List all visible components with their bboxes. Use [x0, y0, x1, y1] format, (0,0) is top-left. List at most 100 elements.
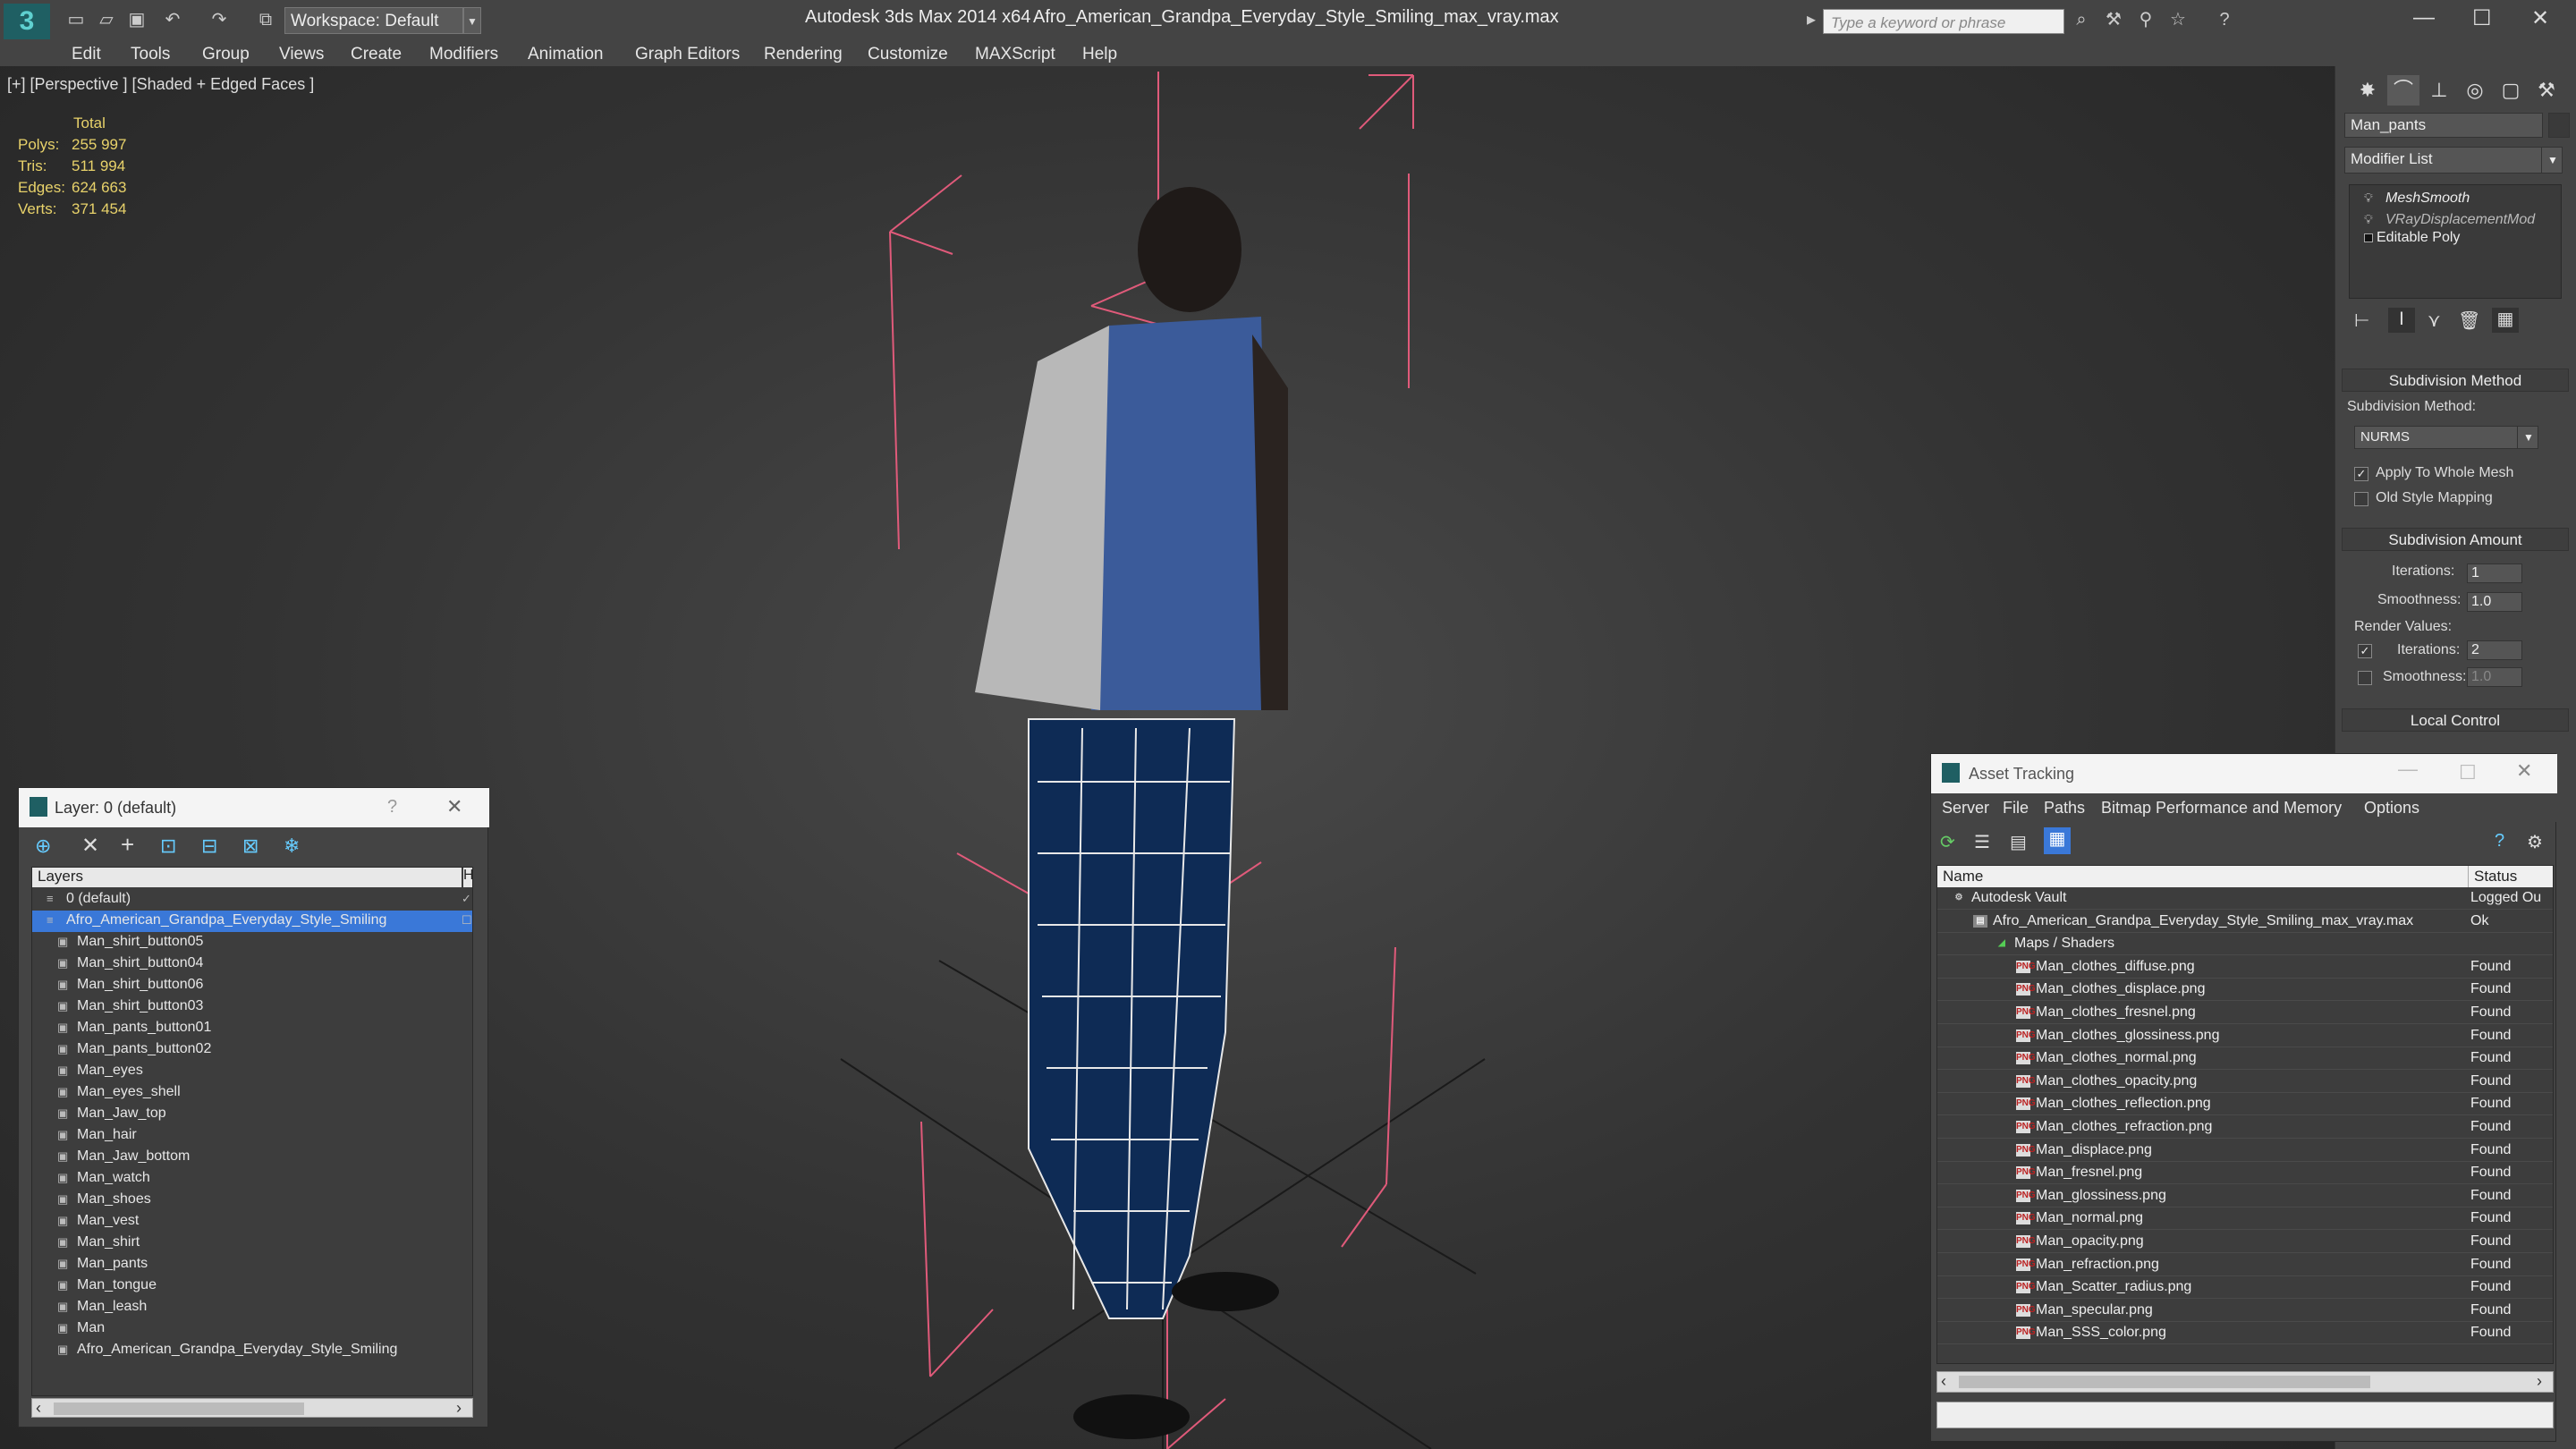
- thumbnail-view-icon[interactable]: ▤: [2010, 831, 2027, 853]
- search-input[interactable]: Type a keyword or phrase: [1823, 9, 2064, 34]
- list-view-icon[interactable]: ☰: [1974, 831, 1990, 853]
- refresh-icon[interactable]: ⟳: [1940, 831, 1955, 853]
- redo-icon[interactable]: ↷: [208, 8, 231, 31]
- project-folder-icon[interactable]: ⧉: [254, 8, 277, 31]
- chevron-right-icon[interactable]: ›: [456, 1399, 462, 1418]
- new-file-icon[interactable]: ▭: [64, 8, 88, 31]
- search-expand-icon[interactable]: ▸: [1803, 8, 1819, 31]
- configure-sets-icon[interactable]: ▦: [2492, 308, 2519, 333]
- layer-tree-row[interactable]: ▣ Man_pants: [32, 1254, 472, 1275]
- table-view-icon[interactable]: ▦: [2044, 827, 2071, 854]
- motion-tab-icon[interactable]: ◎: [2459, 75, 2491, 106]
- save-file-icon[interactable]: ▣: [125, 8, 148, 31]
- create-layer-icon[interactable]: ⊕: [35, 835, 51, 858]
- menu-animation[interactable]: Animation: [528, 45, 604, 64]
- add-to-layer-icon[interactable]: +: [121, 831, 134, 859]
- workspace-dropdown[interactable]: Workspace: Default: [284, 7, 463, 34]
- minimize-icon[interactable]: —: [2413, 5, 2435, 30]
- asset-row[interactable]: PNG Man_normal.png Found: [1937, 1208, 2553, 1231]
- select-objects-icon[interactable]: ⊡: [160, 835, 176, 858]
- rollout-subdivision-method[interactable]: Subdivision Method: [2342, 369, 2569, 392]
- status-column-header[interactable]: Status: [2469, 866, 2553, 887]
- asset-row[interactable]: PNG Man_SSS_color.png Found: [1937, 1322, 2553, 1345]
- asset-row[interactable]: PNG Man_refraction.png Found: [1937, 1254, 2553, 1276]
- chevron-down-icon[interactable]: ▼: [2517, 426, 2538, 449]
- modifier-list-dropdown[interactable]: Modifier List: [2344, 147, 2561, 174]
- layer-dialog-titlebar[interactable]: Layer: 0 (default) ? ✕: [19, 788, 489, 827]
- layers-column-header[interactable]: Layers: [32, 868, 462, 887]
- binoculars-icon[interactable]: ⌕: [2070, 8, 2093, 31]
- delete-layer-icon[interactable]: ✕: [81, 833, 99, 859]
- hide-all-icon[interactable]: ⊠: [242, 835, 258, 858]
- menu-customize[interactable]: Customize: [868, 45, 948, 64]
- create-tab-icon[interactable]: ✸: [2351, 75, 2384, 106]
- asset-row[interactable]: ⚙ Autodesk Vault Logged Ou: [1937, 887, 2553, 910]
- asset-row[interactable]: PNG Man_glossiness.png Found: [1937, 1185, 2553, 1208]
- render-smoothness-spinner[interactable]: 1.0: [2467, 667, 2522, 687]
- smoothness-spinner[interactable]: 1.0: [2467, 592, 2522, 612]
- chevron-down-icon[interactable]: ▼: [2541, 147, 2563, 174]
- menu-edit[interactable]: Edit: [72, 45, 101, 64]
- rollout-subdivision-amount[interactable]: Subdivision Amount: [2342, 528, 2569, 551]
- subdivision-method-dropdown[interactable]: NURMS: [2354, 426, 2538, 449]
- old-style-mapping-checkbox[interactable]: [2354, 492, 2368, 506]
- layer-tree-row[interactable]: ≡ 0 (default) ✓: [32, 889, 472, 911]
- hide-toggle-icon[interactable]: ☐: [462, 914, 472, 927]
- asset-row[interactable]: PNG Man_specular.png Found: [1937, 1300, 2553, 1322]
- asset-row[interactable]: PNG Man_Scatter_radius.png Found: [1937, 1276, 2553, 1300]
- asset-menu-server[interactable]: Server: [1942, 799, 1989, 818]
- asset-path-field[interactable]: [1936, 1402, 2554, 1428]
- chevron-right-icon[interactable]: ›: [2537, 1372, 2542, 1391]
- layer-tree-row[interactable]: ▣ Man_pants_button02: [32, 1039, 472, 1061]
- chevron-down-icon[interactable]: ▼: [463, 7, 481, 34]
- asset-row[interactable]: PNG Man_clothes_glossiness.png Found: [1937, 1025, 2553, 1047]
- make-unique-icon[interactable]: ⋎: [2428, 309, 2441, 332]
- layer-tree-row[interactable]: ▣ Man_shoes: [32, 1190, 472, 1211]
- layer-tree-row[interactable]: ▣ Man_vest: [32, 1211, 472, 1233]
- layer-tree-row[interactable]: ▣ Man_shirt_button04: [32, 953, 472, 975]
- layer-tree-row[interactable]: ▣ Man_shirt_button06: [32, 975, 472, 996]
- layer-tree-row[interactable]: ▣ Afro_American_Grandpa_Everyday_Style_Sm…: [32, 1340, 472, 1361]
- minimize-icon[interactable]: —: [2398, 758, 2418, 781]
- asset-row[interactable]: PNG Man_clothes_normal.png Found: [1937, 1047, 2553, 1071]
- layer-tree-row[interactable]: ▣ Man_leash: [32, 1297, 472, 1318]
- layer-tree-row[interactable]: ▣ Man_eyes: [32, 1061, 472, 1082]
- layer-tree-row[interactable]: ▣ Man_eyes_shell: [32, 1082, 472, 1104]
- horizontal-scrollbar[interactable]: ‹ ›: [31, 1398, 473, 1418]
- scroll-thumb[interactable]: [1959, 1376, 2370, 1388]
- menu-create[interactable]: Create: [351, 45, 402, 64]
- asset-row[interactable]: PNG Man_clothes_diffuse.png Found: [1937, 956, 2553, 979]
- pin-stack-icon[interactable]: ⊢: [2354, 309, 2369, 332]
- stack-item-editable-poly[interactable]: Editable Poly: [2377, 230, 2460, 246]
- maximize-icon[interactable]: ☐: [2472, 5, 2492, 31]
- layer-tree-row[interactable]: ▣ Man_shirt_button03: [32, 996, 472, 1018]
- asset-row[interactable]: PNG Man_fresnel.png Found: [1937, 1162, 2553, 1185]
- display-tab-icon[interactable]: ▢: [2495, 75, 2527, 106]
- asset-dialog-titlebar[interactable]: Asset Tracking — ☐ ✕: [1931, 754, 2557, 793]
- asset-menu-paths[interactable]: Paths: [2044, 799, 2085, 818]
- menu-graph-editors[interactable]: Graph Editors: [635, 45, 740, 64]
- lightbulb-icon[interactable]: 💡︎: [2364, 212, 2373, 227]
- asset-row[interactable]: PNG Man_displace.png Found: [1937, 1140, 2553, 1162]
- layer-tree-row[interactable]: ▣ Man_shirt_button05: [32, 932, 472, 953]
- apply-whole-mesh-checkbox[interactable]: ✓: [2354, 467, 2368, 481]
- asset-row[interactable]: PNG Man_clothes_opacity.png Found: [1937, 1071, 2553, 1093]
- asset-row[interactable]: PNG Man_opacity.png Found: [1937, 1231, 2553, 1253]
- expand-icon[interactable]: [2364, 233, 2373, 242]
- asset-row[interactable]: PNG Man_clothes_displace.png Found: [1937, 979, 2553, 1002]
- menu-group[interactable]: Group: [202, 45, 250, 64]
- asset-row[interactable]: PNG Man_clothes_reflection.png Found: [1937, 1093, 2553, 1116]
- settings-icon[interactable]: ⚙: [2527, 831, 2543, 853]
- menu-tools[interactable]: Tools: [131, 45, 170, 64]
- hide-column-header[interactable]: H: [463, 868, 472, 887]
- layer-tree-row[interactable]: ≡ Afro_American_Grandpa_Everyday_Style_Sm…: [32, 911, 472, 932]
- close-icon[interactable]: ✕: [446, 795, 462, 818]
- menu-maxscript[interactable]: MAXScript: [975, 45, 1055, 64]
- chevron-left-icon[interactable]: ‹: [36, 1399, 41, 1418]
- layer-tree-row[interactable]: ▣ Man_hair: [32, 1125, 472, 1147]
- subscription-icon[interactable]: ⚒: [2102, 8, 2125, 31]
- render-iterations-checkbox[interactable]: ✓: [2358, 644, 2372, 658]
- layer-tree-row[interactable]: ▣ Man: [32, 1318, 472, 1340]
- layer-tree-row[interactable]: ▣ Man_pants_button01: [32, 1018, 472, 1039]
- stack-item-meshsmooth[interactable]: MeshSmooth: [2385, 191, 2470, 207]
